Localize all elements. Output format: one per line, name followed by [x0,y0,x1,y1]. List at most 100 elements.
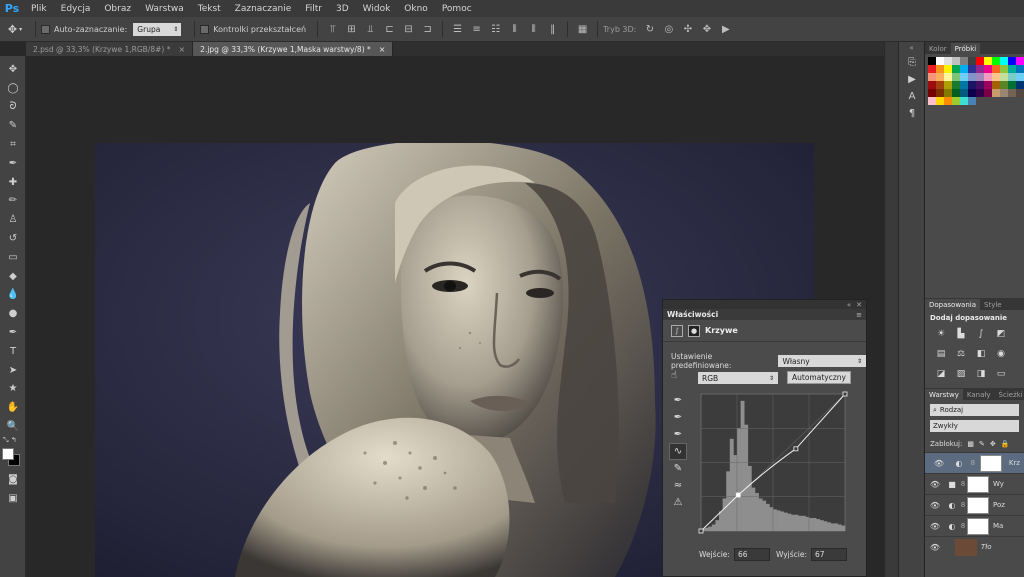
blur-icon[interactable]: 💧 [0,286,26,305]
smooth-curve-icon[interactable]: ≈ [669,477,687,494]
tool-preset-picker[interactable]: ✥ ▾ [0,19,30,39]
link-icon[interactable]: 8 [959,501,967,509]
edit-points-curve-icon[interactable]: ∿ [669,443,687,460]
menu-item-7[interactable]: 3D [329,4,356,14]
layer-mask-thumbnail[interactable] [967,496,989,514]
document-tab-1[interactable]: 2.jpg @ 33,3% (Krzywe 1,Maska warstwy/8)… [193,42,394,56]
layer-mask-thumbnail[interactable] [979,454,1002,472]
swatch[interactable] [952,97,960,105]
swatch[interactable] [1000,65,1008,73]
menu-item-10[interactable]: Pomoc [435,4,479,14]
swap-colors-icon[interactable]: ⤡ ↰ [0,436,26,446]
swatch[interactable] [1008,73,1016,81]
swatch[interactable] [968,65,976,73]
canvas-scrollbar[interactable] [884,42,898,577]
curve-point[interactable] [735,492,741,498]
swatch[interactable] [992,73,1000,81]
align-vcenter-icon[interactable]: ⊞ [342,21,361,37]
channel-dropdown[interactable]: RGB ⇕ [698,372,778,384]
collapse-icon[interactable]: « [847,301,851,309]
swatch[interactable] [928,73,936,81]
swatch[interactable] [968,97,976,105]
swatch[interactable] [1016,89,1024,97]
lock-all-icon[interactable]: 🔒 [1001,440,1010,448]
menu-item-9[interactable]: Okno [397,4,435,14]
curve-point[interactable] [793,446,799,452]
swatch[interactable] [952,73,960,81]
swatch[interactable] [1008,81,1016,89]
quick-select-icon[interactable]: ✎ [0,116,26,135]
align-hcenter-icon[interactable]: ⊟ [399,21,418,37]
swatch[interactable] [992,65,1000,73]
clipping-warning-icon[interactable]: ⚠ [669,494,687,511]
link-icon[interactable]: 8 [959,522,967,530]
swatch[interactable] [1000,73,1008,81]
swatch[interactable] [936,65,944,73]
menu-item-1[interactable]: Edycja [54,4,98,14]
swatch[interactable] [952,57,960,65]
swatch[interactable] [928,57,936,65]
blend-mode-dropdown[interactable]: Zwykły [930,420,1019,432]
swatch[interactable] [1008,57,1016,65]
swatch[interactable] [1016,57,1024,65]
close-icon[interactable]: ✕ [856,301,862,309]
crop-icon[interactable]: ⌗ [0,135,26,154]
tab-adjustments[interactable]: Dopasowania [925,299,981,310]
auto-select-checkbox[interactable] [41,24,50,34]
eyedropper-icon[interactable]: ✒ [0,154,26,173]
swatch[interactable] [992,89,1000,97]
swatch[interactable] [1000,89,1008,97]
tab-layers[interactable]: Warstwy [925,389,963,400]
slide-3d-icon[interactable]: ✥ [697,21,716,37]
tab-channels[interactable]: Kanały [963,389,995,400]
pen-icon[interactable]: ✒ [0,323,26,342]
lock-position-icon[interactable]: ✥ [990,440,996,448]
swatch[interactable] [952,81,960,89]
curve-point[interactable] [842,391,848,397]
distribute-hcenter-icon[interactable]: ⫴ [524,21,543,37]
scale-3d-icon[interactable]: ▶ [716,21,735,37]
swatch[interactable] [984,65,992,73]
distribute-bottom-icon[interactable]: ☷ [486,21,505,37]
swatch[interactable] [1008,89,1016,97]
swatch[interactable] [960,57,968,65]
swatch[interactable] [1016,65,1024,73]
quick-mask-icon[interactable]: ◙ [0,470,26,489]
stamp-icon[interactable]: ♙ [0,210,26,229]
targeted-adjust-icon[interactable]: ☝ [671,370,677,381]
swatch[interactable] [976,81,984,89]
hand-icon[interactable]: ✋ [0,398,26,417]
align-top-icon[interactable]: ⫪ [323,21,342,37]
swatch[interactable] [1016,81,1024,89]
auto-align-icon[interactable]: ▦ [573,21,592,37]
brush-icon[interactable]: ✏ [0,192,26,211]
layer-mask-thumbnail[interactable] [967,517,989,535]
swatch[interactable] [976,73,984,81]
link-icon[interactable]: 8 [969,459,977,467]
lasso-icon[interactable]: ᘐ [0,98,26,117]
distribute-top-icon[interactable]: ☰ [448,21,467,37]
paragraph-icon[interactable]: ¶ [899,105,925,122]
swatch[interactable] [936,89,944,97]
document-tab-0[interactable]: 2.psd @ 33,3% (Krzywe 1,RGB/8#) * × [26,42,194,56]
history-brush-icon[interactable]: ↺ [0,229,26,248]
tab-styles[interactable]: Style [980,299,1006,310]
swatch[interactable] [992,57,1000,65]
curves-graph[interactable] [698,391,848,536]
visibility-eye-icon[interactable]: 👁 [925,480,945,489]
mask-icon[interactable]: ● [688,324,700,337]
swatch[interactable] [1000,57,1008,65]
swatch[interactable] [968,73,976,81]
align-right-icon[interactable]: ⊐ [418,21,437,37]
tab-color[interactable]: Kolor [925,43,951,54]
swatch[interactable] [928,81,936,89]
swatch[interactable] [984,81,992,89]
visibility-eye-icon[interactable]: 👁 [925,543,945,552]
swatch[interactable] [960,65,968,73]
layer-row[interactable]: 👁 ◐ 8 Poz [925,494,1024,515]
menu-item-5[interactable]: Zaznaczanie [228,4,299,14]
eraser-icon[interactable]: ▭ [0,248,26,267]
shape-icon[interactable]: ★ [0,380,26,399]
swatch[interactable] [984,89,992,97]
zoom-icon[interactable]: 🔍 [0,417,26,436]
